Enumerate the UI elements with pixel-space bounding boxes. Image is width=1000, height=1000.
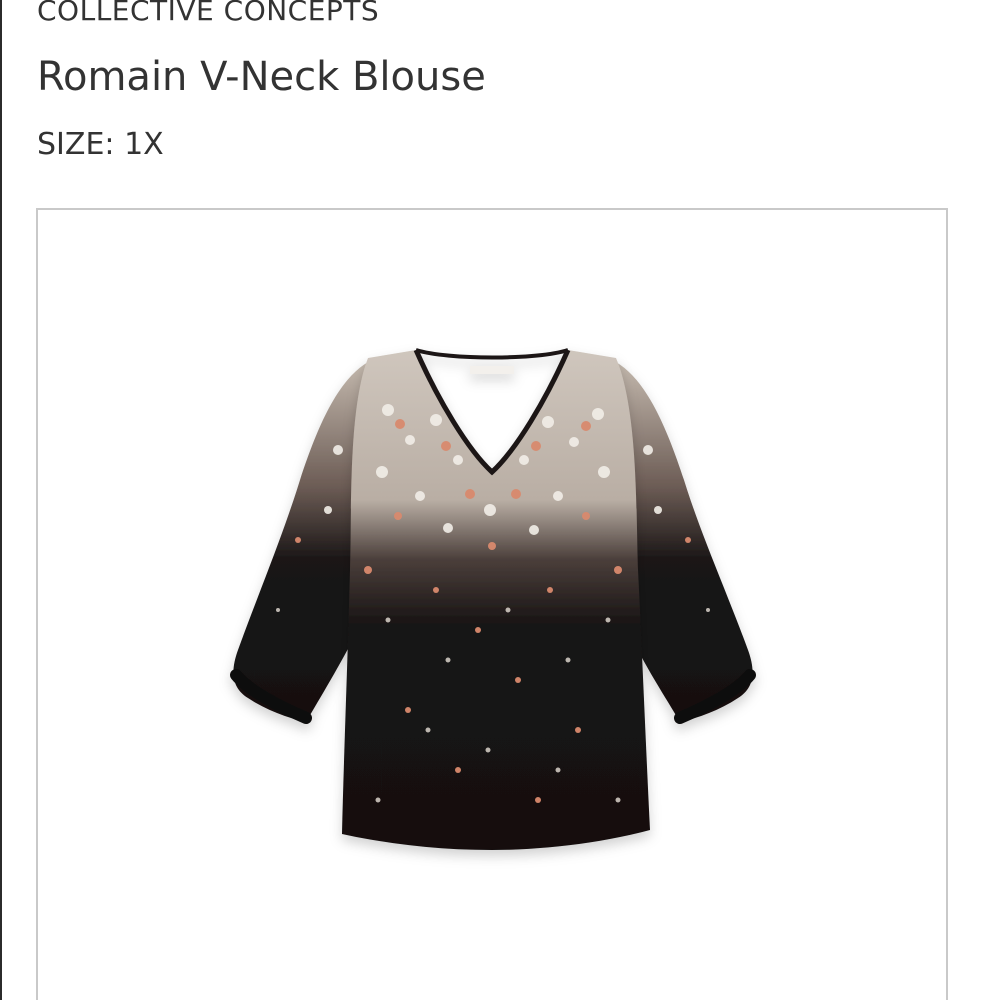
- size-label: SIZE:: [37, 127, 115, 162]
- size-info: SIZE: 1X: [37, 127, 164, 162]
- brand-name: COLLECTIVE CONCEPTS: [37, 0, 380, 27]
- product-image-frame[interactable]: [36, 208, 948, 1000]
- product-title: Romain V-Neck Blouse: [37, 54, 486, 100]
- blouse-body: [342, 348, 650, 850]
- product-image: [230, 348, 756, 850]
- size-value: 1X: [124, 127, 164, 162]
- product-page: COLLECTIVE CONCEPTS Romain V-Neck Blouse…: [0, 0, 1000, 1000]
- page-left-border: [0, 0, 2, 1000]
